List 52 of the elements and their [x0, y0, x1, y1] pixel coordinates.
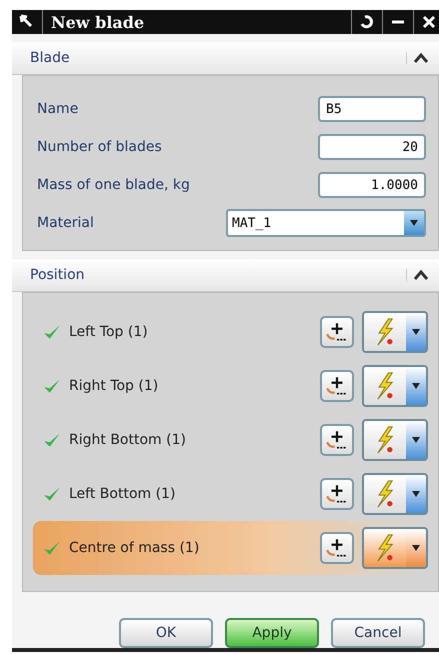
selected-row[interactable]: Centre of mass (1) — [33, 521, 428, 575]
default-button[interactable]: Apply — [225, 618, 319, 648]
position-row[interactable]: Left Bottom (1) — [33, 467, 428, 521]
snap-dropdown[interactable] — [362, 473, 428, 515]
point-label: Left Bottom (1) — [69, 486, 176, 502]
add-point-button[interactable] — [320, 316, 354, 348]
point-label: Centre of mass (1) — [69, 540, 200, 556]
point-label: Right Top (1) — [69, 378, 158, 394]
section-title: Blade — [29, 50, 71, 66]
window-title: New blade — [50, 12, 146, 32]
section-header[interactable]: Blade — [12, 42, 439, 75]
caret-icon — [411, 328, 421, 336]
check-icon — [43, 486, 61, 502]
position-row[interactable]: Right Top (1) — [33, 359, 428, 413]
check-icon — [43, 540, 61, 556]
snap-dropdown[interactable] — [362, 311, 428, 353]
dialog-button[interactable]: Cancel — [331, 618, 425, 648]
add-point-button[interactable] — [320, 370, 354, 402]
input-field[interactable]: 20 — [318, 134, 426, 160]
add-point-button[interactable] — [320, 478, 354, 510]
position-row[interactable]: Right Bottom (1) — [33, 413, 428, 467]
input-field[interactable]: B5 — [318, 96, 426, 122]
caret-icon — [409, 219, 419, 227]
field-label: Name — [37, 101, 78, 117]
caret-icon — [411, 436, 421, 444]
reset-icon[interactable] — [359, 14, 375, 30]
chevron-up-icon[interactable] — [406, 269, 429, 281]
input-field[interactable]: 1.0000 — [318, 172, 426, 198]
material-dropdown[interactable]: MAT_1 — [226, 209, 426, 237]
caret-icon — [411, 544, 421, 552]
field-label: Number of blades — [37, 139, 162, 155]
chevron-up-icon[interactable] — [406, 52, 429, 64]
close-icon[interactable] — [421, 14, 437, 30]
field-label: Material — [37, 215, 94, 231]
caret-icon — [411, 382, 421, 390]
pin-icon[interactable] — [19, 14, 35, 30]
point-label: Left Top (1) — [69, 324, 148, 340]
check-icon — [43, 432, 61, 448]
point-label: Right Bottom (1) — [69, 432, 186, 448]
check-icon — [43, 324, 61, 340]
snap-dropdown[interactable] — [362, 527, 428, 569]
dialog-button[interactable]: OK — [119, 618, 213, 648]
section-header[interactable]: Position — [12, 259, 439, 292]
field-label: Mass of one blade, kg — [37, 177, 190, 193]
add-point-button[interactable] — [320, 424, 354, 456]
check-icon — [43, 378, 61, 394]
position-row[interactable]: Left Top (1) — [33, 305, 428, 359]
snap-dropdown[interactable] — [362, 419, 428, 461]
add-point-button[interactable] — [320, 532, 354, 564]
caret-icon — [411, 490, 421, 498]
snap-dropdown[interactable] — [362, 365, 428, 407]
section-title: Position — [29, 267, 86, 283]
